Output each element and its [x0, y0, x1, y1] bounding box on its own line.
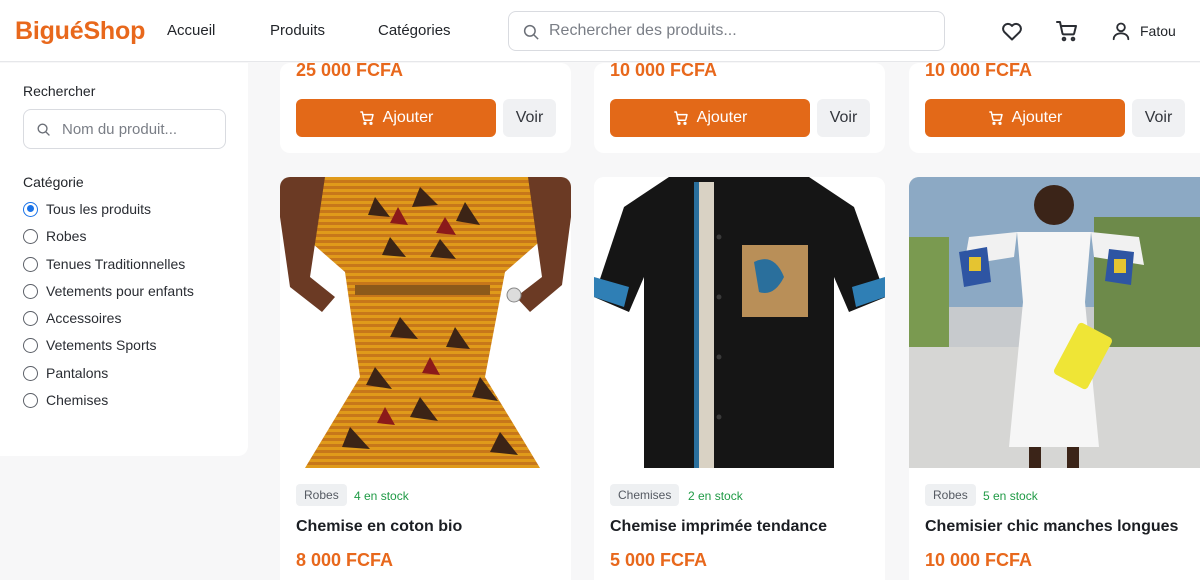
- cart-icon: [359, 111, 374, 125]
- add-button-label: Ajouter: [382, 109, 434, 126]
- site-logo[interactable]: BiguéShop: [15, 17, 145, 46]
- view-button[interactable]: Voir: [503, 99, 556, 137]
- category-option-label: Tenues Traditionnelles: [46, 256, 186, 272]
- header-search-input[interactable]: [549, 18, 929, 44]
- category-label: Catégorie: [23, 174, 84, 190]
- add-button-label: Ajouter: [1011, 109, 1063, 126]
- radio-button[interactable]: [23, 256, 38, 272]
- product-image[interactable]: [909, 177, 1200, 468]
- product-name[interactable]: Chemise imprimée tendance: [610, 518, 827, 536]
- nav-accueil[interactable]: Accueil: [167, 22, 215, 39]
- product-card: 10 000 FCFA Ajouter Voir: [909, 63, 1200, 153]
- radio-button[interactable]: [23, 337, 38, 353]
- product-card: 10 000 FCFA Ajouter Voir: [594, 63, 885, 153]
- user-icon[interactable]: [1110, 19, 1132, 43]
- category-option-tenues[interactable]: Tenues Traditionnelles: [23, 254, 185, 274]
- category-option-robes[interactable]: Robes: [23, 226, 86, 246]
- radio-button[interactable]: [23, 283, 38, 299]
- add-to-cart-button[interactable]: Ajouter: [610, 99, 810, 137]
- top-navbar: BiguéShop Accueil Produits Catégories Fa…: [0, 0, 1200, 62]
- product-name[interactable]: Chemise en coton bio: [296, 518, 462, 536]
- view-button[interactable]: Voir: [817, 99, 870, 137]
- filter-sidebar: Rechercher Catégorie Tous les produits R…: [0, 63, 248, 456]
- radio-button[interactable]: [23, 392, 38, 408]
- category-option-pantalons[interactable]: Pantalons: [23, 363, 108, 383]
- product-name-input[interactable]: [62, 118, 217, 140]
- radio-button[interactable]: [23, 310, 38, 326]
- nav-produits[interactable]: Produits: [270, 22, 325, 39]
- product-card: 25 000 FCFA Ajouter Voir: [280, 63, 571, 153]
- category-option-label: Vetements Sports: [46, 337, 157, 353]
- product-price: 10 000 FCFA: [925, 63, 1033, 80]
- category-option-label: Pantalons: [46, 365, 109, 381]
- add-to-cart-button[interactable]: Ajouter: [925, 99, 1125, 137]
- stock-status: 2 en stock: [688, 489, 743, 503]
- product-price: 5 000 FCFA: [610, 550, 708, 570]
- category-option-enfants[interactable]: Vetements pour enfants: [23, 281, 194, 301]
- category-option-chemises[interactable]: Chemises: [23, 390, 108, 410]
- cart-icon: [673, 111, 688, 125]
- add-button-label: Ajouter: [696, 109, 748, 126]
- search-icon: [523, 24, 539, 40]
- stock-status: 5 en stock: [983, 489, 1038, 503]
- category-option-accessoires[interactable]: Accessoires: [23, 308, 121, 328]
- product-card: Robes 4 en stock Chemise en coton bio 8 …: [280, 177, 571, 580]
- radio-button[interactable]: [23, 228, 38, 244]
- category-option-tous[interactable]: Tous les produits: [23, 199, 151, 219]
- product-name[interactable]: Chemisier chic manches longues: [925, 518, 1178, 536]
- product-card: Robes 5 en stock Chemisier chic manches …: [909, 177, 1200, 580]
- category-badge: Chemises: [610, 484, 680, 506]
- search-icon: [37, 123, 50, 136]
- radio-button[interactable]: [23, 201, 38, 217]
- category-option-label: Chemises: [46, 392, 109, 408]
- category-badge: Robes: [925, 484, 976, 506]
- category-option-label: Accessoires: [46, 310, 122, 326]
- add-to-cart-button[interactable]: Ajouter: [296, 99, 496, 137]
- cart-icon[interactable]: [1055, 19, 1079, 43]
- view-button[interactable]: Voir: [1132, 99, 1185, 137]
- category-option-label: Vetements pour enfants: [46, 283, 194, 299]
- category-badge: Robes: [296, 484, 347, 506]
- product-price: 10 000 FCFA: [925, 550, 1033, 570]
- search-label: Rechercher: [23, 83, 96, 99]
- header-search-box[interactable]: [508, 11, 945, 51]
- user-name[interactable]: Fatou: [1140, 23, 1176, 39]
- stock-status: 4 en stock: [354, 489, 409, 503]
- nav-categories[interactable]: Catégories: [378, 22, 451, 39]
- radio-button[interactable]: [23, 365, 38, 381]
- category-option-label: Robes: [46, 228, 87, 244]
- cart-icon: [988, 111, 1003, 125]
- product-image[interactable]: [280, 177, 571, 468]
- sidebar-search-box[interactable]: [23, 109, 226, 149]
- product-card: Chemises 2 en stock Chemise imprimée ten…: [594, 177, 885, 580]
- heart-icon[interactable]: [1000, 19, 1024, 43]
- category-option-label: Tous les produits: [46, 201, 152, 217]
- product-price: 10 000 FCFA: [610, 63, 718, 80]
- product-image[interactable]: [594, 177, 885, 468]
- product-price: 25 000 FCFA: [296, 63, 404, 80]
- category-option-sports[interactable]: Vetements Sports: [23, 335, 157, 355]
- product-price: 8 000 FCFA: [296, 550, 394, 570]
